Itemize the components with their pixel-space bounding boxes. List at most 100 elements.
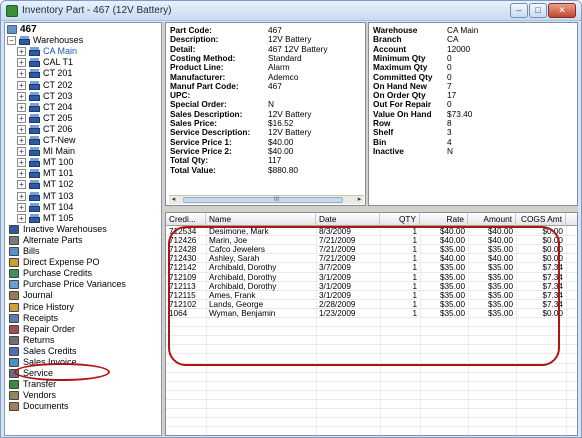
grid-line (166, 398, 577, 400)
tree-item[interactable]: Receipts (5, 313, 161, 324)
scroll-grip: III (274, 197, 280, 203)
tree-warehouse-label: CT 206 (43, 123, 73, 134)
tree-item[interactable]: Returns (5, 335, 161, 346)
tree-item[interactable]: Inactive Warehouses (5, 224, 161, 235)
expand-icon[interactable]: + (17, 136, 26, 145)
table-cell: $35.00 (439, 308, 465, 318)
scroll-right-arrow[interactable]: ▸ (355, 196, 364, 204)
tree-warehouses-group[interactable]: − Warehouses (5, 35, 161, 46)
tree-warehouse-item[interactable]: + CT 202 (5, 80, 161, 91)
tree-warehouse-item[interactable]: + MT 101 (5, 168, 161, 179)
maximize-button[interactable]: □ (529, 3, 547, 18)
table-row[interactable]: 712115 Ames, Frank 3/1/2009 1 $35.00 $35.00 $7… (166, 291, 577, 300)
tree-item[interactable]: Sales Credits (5, 346, 161, 357)
tree-item[interactable]: Purchase Price Variances (5, 279, 161, 290)
tree-warehouse-item[interactable]: + CT 205 (5, 113, 161, 124)
column-header[interactable]: Name (206, 213, 316, 226)
tree-warehouse-label: MI Main (43, 146, 76, 157)
grid-line (166, 326, 577, 328)
expand-icon[interactable]: + (17, 202, 26, 212)
column-header[interactable]: Rate (420, 213, 468, 226)
tree-warehouse-item[interactable]: + MT 105 (5, 213, 161, 224)
expand-icon[interactable]: + (17, 147, 26, 157)
expand-icon[interactable]: + (17, 47, 26, 57)
table-row[interactable]: 712428 Cafco Jewelers 7/21/2009 1 $35.00 $35.… (166, 245, 577, 254)
grid-header: Credi... Name Date QTY Rate Amount COGS Amt (166, 213, 577, 226)
tree-warehouse-item[interactable]: + MI Main (5, 146, 161, 157)
warehouse-icon (29, 80, 40, 90)
title-bar[interactable]: Inventory Part - 467 (12V Battery) – □ ✕ (1, 1, 581, 21)
tree-warehouse-item[interactable]: + CA Main (5, 46, 161, 57)
expand-icon[interactable]: + (17, 213, 26, 223)
tree-item-label: Transfer (23, 379, 57, 390)
close-button[interactable]: ✕ (548, 3, 576, 18)
table-cell: $0.00 (542, 236, 564, 246)
table-cell: $0.00 (542, 254, 564, 264)
sales-credits-grid[interactable]: Credi... Name Date QTY Rate Amount COGS Amt 71… (165, 212, 578, 436)
credit-icon (9, 269, 19, 279)
tree-warehouse-item[interactable]: + CAL T1 (5, 57, 161, 68)
table-row[interactable]: 712102 Lands, George 2/28/2009 1 $35.00 $35.0… (166, 300, 577, 309)
tree-warehouse-item[interactable]: + CT-New (5, 135, 161, 146)
tree-item[interactable]: Alternate Parts (5, 235, 161, 246)
tree-warehouse-item[interactable]: + CT 204 (5, 102, 161, 113)
tree-item[interactable]: Transfer (5, 379, 161, 390)
expand-icon[interactable]: + (17, 80, 26, 90)
collapse-icon[interactable]: − (7, 36, 16, 46)
tree-root[interactable]: 467 (5, 24, 161, 35)
tree-item[interactable]: Price History (5, 302, 161, 313)
tree-item[interactable]: Purchase Credits (5, 268, 161, 279)
expand-icon[interactable]: + (17, 180, 26, 190)
expand-icon[interactable]: + (17, 58, 26, 68)
table-row[interactable]: 712534 Desimone, Mark 8/3/2009 1 $40.00 $40.0… (166, 227, 577, 236)
expand-icon[interactable]: + (17, 113, 26, 123)
tree-item[interactable]: Repair Order (5, 324, 161, 335)
expand-icon[interactable]: + (17, 124, 26, 134)
scroll-thumb[interactable]: III (183, 197, 343, 203)
table-cell: 1 (412, 227, 417, 236)
table-row[interactable]: 712109 Archibald, Dorothy 3/1/2009 1 $35.00 $… (166, 273, 577, 282)
tree-warehouse-item[interactable]: + MT 103 (5, 191, 161, 202)
tree-item[interactable]: Vendors (5, 390, 161, 401)
tree-item[interactable]: Direct Expense PO (5, 257, 161, 268)
navigation-tree[interactable]: 467− Warehouses + CA Main + CAL T1 + CT 201 + CT … (4, 22, 162, 436)
history-icon (9, 302, 19, 312)
tree-item[interactable]: Service (5, 368, 161, 379)
table-cell: 712109 (169, 272, 197, 282)
tree-warehouse-item[interactable]: + CT 203 (5, 91, 161, 102)
expand-icon[interactable]: + (17, 169, 26, 179)
expand-icon[interactable]: + (17, 158, 26, 168)
scroll-left-arrow[interactable]: ◂ (169, 196, 178, 204)
horizontal-scrollbar[interactable]: ◂ III ▸ (169, 195, 364, 204)
tree-item-label: Purchase Price Variances (23, 279, 126, 290)
tree-warehouse-item[interactable]: + MT 104 (5, 202, 161, 213)
tree-item[interactable]: Journal (5, 290, 161, 301)
column-header[interactable]: QTY (380, 213, 420, 226)
expand-icon[interactable]: + (17, 191, 26, 201)
column-header[interactable]: Amount (468, 213, 516, 226)
table-row[interactable]: 712426 Marin, Joe 7/21/2009 1 $40.00 $40.00 $0… (166, 236, 577, 245)
column-header[interactable]: Date (316, 213, 380, 226)
tree-item[interactable]: Bills (5, 246, 161, 257)
tree-warehouse-item[interactable]: + MT 100 (5, 157, 161, 168)
warehouse-icon (29, 147, 40, 157)
expand-icon[interactable]: + (17, 91, 26, 101)
table-row[interactable]: 712113 Archibald, Dorothy 3/1/2009 1 $35.00 $… (166, 282, 577, 291)
column-header[interactable]: COGS Amt (516, 213, 566, 226)
table-cell: $40.00 (487, 236, 513, 246)
expand-icon[interactable]: + (17, 102, 26, 112)
part-detail-value: $880.80 (268, 164, 298, 175)
table-cell: Ames, Frank (209, 290, 256, 300)
tree-item[interactable]: Documents (5, 401, 161, 412)
table-row[interactable]: 712142 Archibald, Dorothy 3/7/2009 1 $35.00 $… (166, 263, 577, 272)
table-row[interactable]: 712430 Ashley, Sarah 7/21/2009 1 $40.00 $40.0… (166, 254, 577, 263)
column-header[interactable]: Credi... (166, 213, 206, 226)
tree-warehouse-item[interactable]: + MT 102 (5, 179, 161, 190)
expand-icon[interactable]: + (17, 69, 26, 79)
table-row[interactable]: 1064 Wyman, Benjamin 1/23/2009 1 $35.00 $35.0… (166, 309, 577, 318)
minimize-button[interactable]: – (510, 3, 528, 18)
tree-item[interactable]: Sales Invoice (5, 357, 161, 368)
tree-warehouse-item[interactable]: + CT 201 (5, 68, 161, 79)
warehouse-icon (29, 136, 40, 145)
tree-warehouse-item[interactable]: + CT 206 (5, 124, 161, 135)
